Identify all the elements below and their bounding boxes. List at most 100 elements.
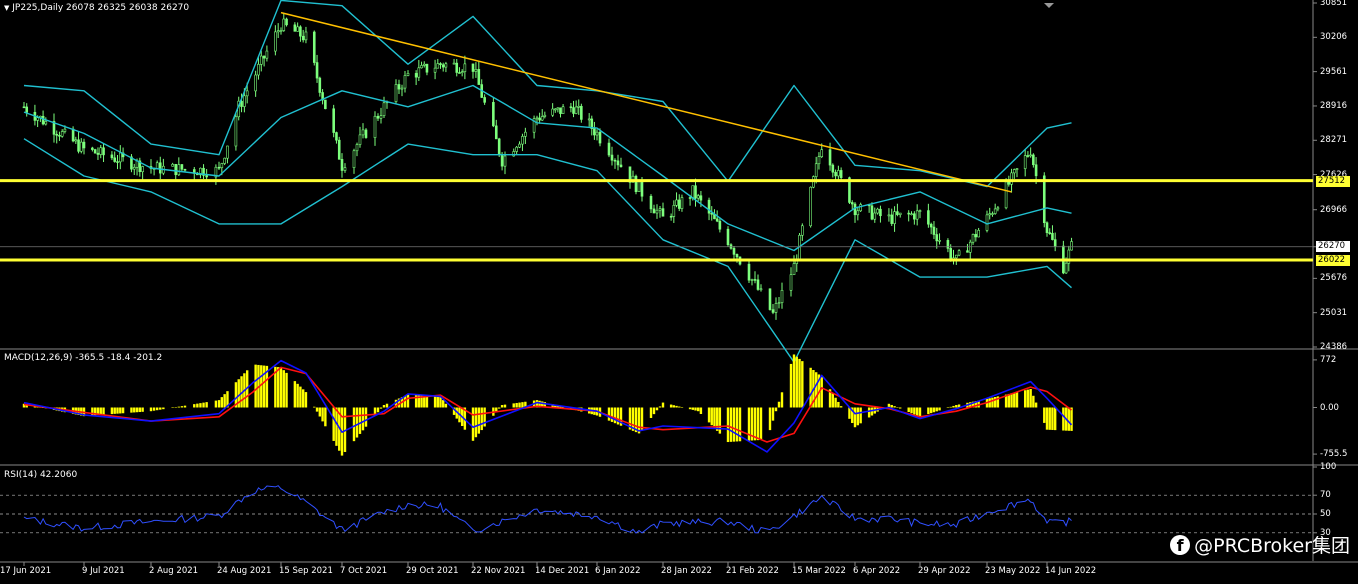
macd-bar (159, 407, 162, 410)
candle-body (41, 115, 45, 125)
macd-bar (518, 402, 521, 408)
candle-body (1032, 154, 1035, 166)
candle-body (460, 71, 464, 74)
candle-body (561, 106, 565, 114)
candle-body (859, 204, 862, 212)
candle-body (355, 144, 359, 152)
candle-body (483, 97, 486, 103)
macd-bar (177, 406, 181, 408)
candle-body (444, 63, 448, 68)
time-tick-label: 29 Apr 2022 (918, 566, 971, 576)
candle-body (814, 163, 818, 177)
macd-bar (853, 407, 857, 428)
candle-body (780, 290, 784, 303)
candle-body (113, 157, 117, 162)
price-tick-label: 25031 (1320, 307, 1348, 318)
candle-body (397, 84, 401, 90)
macd-bar (285, 372, 288, 408)
candle-body (910, 213, 913, 216)
macd-bar (675, 405, 678, 408)
candle-body (71, 128, 75, 142)
candle-body (820, 149, 824, 157)
candle-body (515, 146, 518, 152)
macd-bar (262, 365, 266, 408)
candle-body (243, 95, 246, 107)
candle-body (759, 288, 763, 291)
macd-bar (199, 403, 202, 408)
macd-bar (171, 407, 174, 408)
candle-body (400, 87, 404, 90)
macd-bar (296, 383, 299, 408)
time-tick-label: 14 Dec 2021 (535, 566, 590, 576)
macd-bar (607, 407, 611, 421)
rsi-header: RSI(14) 42.2060 (4, 470, 78, 480)
candle-body (932, 226, 936, 235)
candle-body (856, 210, 860, 216)
candle-body (455, 62, 459, 73)
macd-bar (361, 407, 365, 431)
time-tick-label: 2 Aug 2021 (149, 566, 199, 576)
macd-bar (777, 401, 781, 408)
macd-bar (759, 407, 763, 440)
macd-bar (406, 394, 410, 408)
macd-bar (254, 364, 257, 408)
dropdown-triangle-icon[interactable]: ▼ (4, 4, 9, 12)
macd-bar (217, 400, 221, 408)
candle-body (777, 302, 781, 304)
time-tick-label: 15 Mar 2022 (792, 566, 846, 576)
candle-body (1064, 262, 1068, 274)
macd-bar (938, 407, 941, 411)
price-tick-label: 28271 (1320, 135, 1348, 146)
candle-body (1051, 232, 1054, 240)
macd-bar (652, 407, 656, 415)
macd-bar (726, 407, 730, 443)
macd-bar (649, 407, 653, 418)
candle-body (559, 107, 562, 114)
candle-body (93, 149, 97, 154)
macd-bar (688, 407, 692, 410)
candle-body (220, 163, 224, 168)
macd-bar (678, 406, 681, 408)
candle-body (394, 84, 398, 102)
candle-body (436, 63, 440, 69)
candle-body (580, 105, 583, 120)
candle-body (637, 181, 641, 192)
macd-bar (910, 407, 913, 414)
time-tick-label: 17 Jun 2021 (0, 566, 52, 576)
candle-body (870, 205, 874, 220)
macd-bar (899, 407, 902, 409)
candle-body (850, 202, 854, 205)
macd-bar (707, 407, 711, 423)
macd-bar (133, 407, 136, 413)
candle-body (768, 288, 772, 310)
macd-bar (952, 405, 955, 408)
macd-bar (831, 393, 835, 408)
macd-bar (927, 407, 930, 415)
candle-body (382, 102, 386, 117)
candle-body (675, 199, 678, 206)
macd-bar (658, 406, 662, 408)
macd-bar (694, 407, 697, 411)
candle-body (226, 145, 229, 159)
macd-bar (515, 402, 518, 408)
macd-bar (859, 407, 862, 424)
candle-body (60, 131, 64, 137)
macd-bar (756, 407, 760, 441)
price-tick-label: 25676 (1320, 273, 1348, 284)
macd-bar (610, 407, 614, 422)
macd-bar (276, 367, 280, 408)
candle-body (274, 31, 277, 52)
macd-bar (768, 407, 772, 431)
candle-body (669, 215, 673, 218)
candle-body (710, 212, 714, 215)
macd-bar (500, 405, 504, 408)
macd-bar (661, 402, 665, 408)
time-tick-label: 14 Jun 2022 (1045, 566, 1097, 576)
candle-body (518, 143, 521, 148)
macd-bar (814, 372, 818, 408)
candle-body (332, 108, 335, 133)
candle-body (141, 166, 144, 173)
candle-body (957, 250, 961, 256)
candle-body (887, 214, 891, 217)
candle-body (285, 18, 288, 26)
